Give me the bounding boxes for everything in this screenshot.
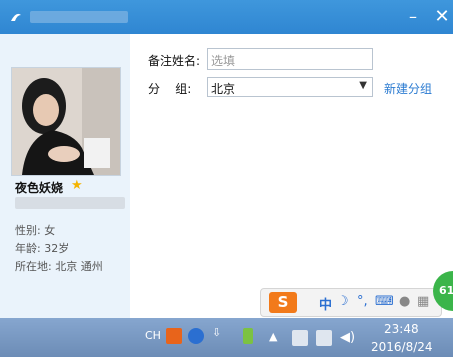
age-info: 年龄: 32岁 [15, 242, 70, 255]
star-icon: ★ [71, 178, 83, 193]
remark-name-placeholder: 选填 [211, 54, 236, 68]
clock-time[interactable]: 23:48 [384, 322, 419, 336]
avatar [11, 67, 121, 176]
show-hidden-icons-icon[interactable]: ▲ [269, 330, 277, 343]
sogou-ime-toolbar[interactable]: S 中 ☽ °, ⌨ ● ▦ [260, 288, 442, 317]
clock-date[interactable]: 2016/8/24 [371, 340, 433, 354]
group-select-value: 北京 [211, 82, 236, 96]
qq-app-icon [11, 13, 21, 21]
group-label: 分 组: [148, 82, 192, 96]
help-icon[interactable] [188, 328, 204, 344]
location-info: 所在地: 北京 通州 [15, 260, 103, 273]
action-center-icon[interactable] [292, 330, 308, 346]
signature-blurred [15, 197, 125, 209]
battery-icon[interactable] [243, 328, 253, 344]
network-icon[interactable] [316, 330, 332, 346]
close-button[interactable]: ✕ [433, 8, 451, 26]
moon-icon[interactable]: ☽ [337, 294, 349, 309]
ime-mode-button[interactable]: 中 [319, 294, 332, 313]
skin-icon[interactable]: ▦ [417, 294, 429, 309]
user-icon[interactable]: ● [399, 294, 410, 309]
add-friend-window: – ✕ 夜色妖娆 ★ 性别: 女 年龄: 32岁 所在地: 北京 通州 备注姓名… [0, 0, 453, 318]
remark-name-label: 备注姓名: [148, 54, 201, 68]
keyboard-icon[interactable]: ⌨ [375, 294, 394, 309]
punctuation-button[interactable]: °, [357, 294, 368, 309]
close-icon: ✕ [434, 6, 450, 27]
sogou-tray-icon[interactable] [166, 328, 182, 344]
volume-icon[interactable]: ◀) [340, 330, 355, 345]
dropdown-arrow-icon: ▼ [359, 80, 367, 91]
group-select[interactable]: 北京 ▼ [207, 77, 373, 97]
sogou-logo-icon: S [269, 292, 297, 313]
minimize-icon: – [409, 7, 417, 26]
new-group-link[interactable]: 新建分组 [384, 80, 432, 97]
ime-settings-icon[interactable]: ⇩ [212, 326, 221, 339]
window-title-blurred [30, 11, 128, 23]
language-indicator[interactable]: CH [145, 329, 161, 342]
gender-info: 性别: 女 [15, 224, 56, 237]
nickname: 夜色妖娆 [15, 181, 64, 195]
minimize-button[interactable]: – [404, 8, 422, 26]
title-bar[interactable]: – ✕ [0, 0, 453, 34]
remark-name-input[interactable]: 选填 [207, 48, 373, 70]
